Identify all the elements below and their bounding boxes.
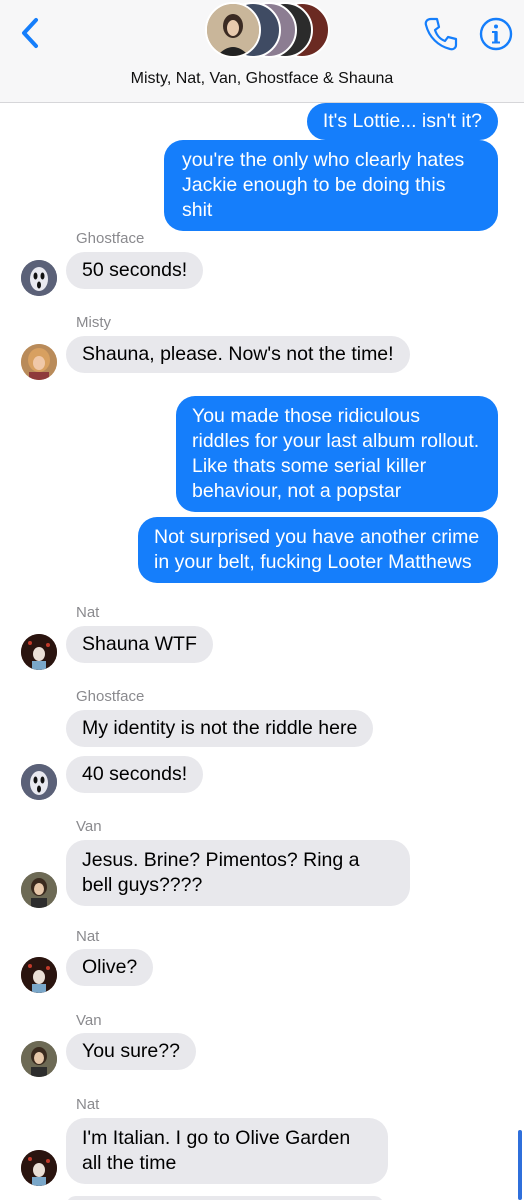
conversation-header: Misty, Nat, Van, Ghostface & Shauna [0,0,524,103]
group-avatar-stack[interactable] [205,2,330,60]
scroll-indicator[interactable] [518,1130,522,1200]
sender-name: Nat [76,928,100,945]
avatar-nat[interactable] [21,1150,57,1186]
incoming-message-bubble[interactable]: Olive? [66,949,154,986]
incoming-message-bubble[interactable]: My identity is not the riddle here [66,710,374,747]
avatar-ghostface[interactable] [21,764,57,800]
avatar-misty[interactable] [21,344,57,380]
incoming-message-bubble[interactable]: 50 seconds! [66,252,204,289]
sender-name: Ghostface [76,230,145,247]
incoming-message-bubble[interactable]: Shauna WTF [66,626,213,663]
sender-name: Nat [76,604,100,621]
avatar-nat[interactable] [21,634,57,670]
sender-name: Ghostface [76,688,145,705]
sender-name: Nat [76,1096,100,1113]
incoming-message-bubble[interactable] [66,1196,384,1200]
avatar-ghostface[interactable] [21,260,57,296]
outgoing-message-bubble[interactable]: Not surprised you have another crime in … [138,517,498,583]
back-button[interactable] [14,14,50,54]
outgoing-message-bubble[interactable]: It's Lottie... isn't it? [306,103,498,140]
chevron-left-icon [22,18,38,48]
incoming-message-bubble[interactable]: Shauna, please. Now's not the time! [66,336,410,373]
call-button[interactable] [422,15,460,53]
incoming-message-bubble[interactable]: You sure?? [66,1033,196,1070]
sender-name: Misty [76,314,111,331]
avatar-nat[interactable] [21,957,57,993]
sender-name: Van [76,1012,102,1029]
outgoing-message-bubble[interactable]: You made those ridiculous riddles for yo… [176,396,498,512]
sender-name: Van [76,818,102,835]
info-icon [479,17,513,51]
incoming-message-bubble[interactable]: I'm Italian. I go to Olive Garden all th… [66,1118,388,1184]
avatar-van[interactable] [21,1041,57,1077]
phone-icon [424,17,458,51]
outgoing-message-bubble[interactable]: you're the only who clearly hates Jackie… [164,140,498,231]
group-name[interactable]: Misty, Nat, Van, Ghostface & Shauna [0,70,524,88]
avatar [205,2,261,58]
avatar-van[interactable] [21,872,57,908]
incoming-message-bubble[interactable]: 40 seconds! [66,756,204,793]
info-button[interactable] [478,16,514,52]
incoming-message-bubble[interactable]: Jesus. Brine? Pimentos? Ring a bell guys… [66,840,410,906]
